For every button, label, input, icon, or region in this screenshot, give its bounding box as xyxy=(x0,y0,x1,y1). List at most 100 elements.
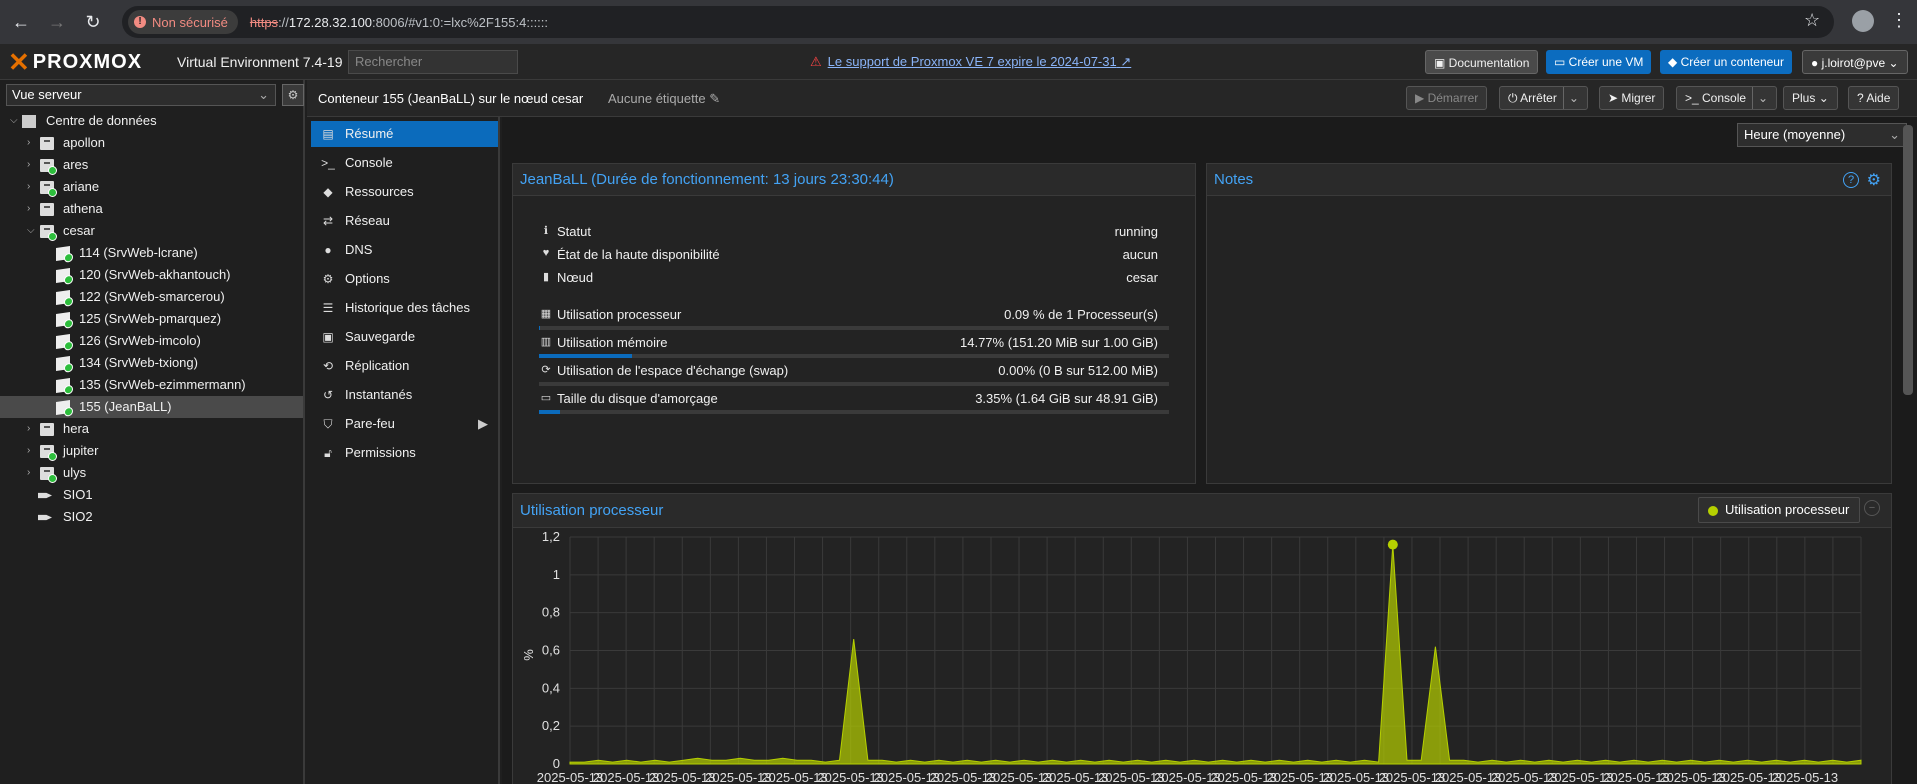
y-tick-label: 0,6 xyxy=(542,643,560,658)
expand-arrow-icon: ▶ xyxy=(478,416,488,431)
chart-legend-item[interactable]: Utilisation processeur xyxy=(1698,497,1861,523)
address-bar[interactable]: ! Non sécurisé https://172.28.32.100:8006… xyxy=(122,6,1834,38)
chevron-down-icon[interactable]: ⌄ xyxy=(1752,87,1768,109)
monitor-icon: ▭ xyxy=(1554,55,1569,69)
migrate-button[interactable]: ➤ Migrer xyxy=(1599,86,1665,110)
cube-icon: ◆ xyxy=(323,185,333,199)
tree-item-datacenter[interactable]: ⌵ Centre de données xyxy=(0,110,303,132)
chevron-down-icon: ⌄ xyxy=(258,87,269,102)
datacenter-icon xyxy=(22,115,36,128)
chevron-down-icon[interactable]: ⌄ xyxy=(1562,87,1579,109)
shield-icon: ⛉ xyxy=(323,417,333,431)
minus-circle-icon[interactable]: − xyxy=(1864,500,1880,516)
search-input[interactable]: Rechercher xyxy=(348,50,518,74)
security-indicator[interactable]: ! Non sécurisé xyxy=(128,10,238,34)
retweet-icon: ⟲ xyxy=(322,359,334,373)
building-icon: ▮ xyxy=(542,271,550,283)
node-row: ▮ Nœud cesar xyxy=(539,268,1182,288)
expand-icon: › xyxy=(27,181,31,192)
y-tick-label: 1 xyxy=(553,567,560,582)
nav-backup[interactable]: ▣ Sauvegarde xyxy=(311,324,498,350)
tree-item-node[interactable]: › ariane xyxy=(0,176,303,198)
notes-panel: Notes ? ⚙ xyxy=(1206,163,1892,484)
help-button[interactable]: ? Aide xyxy=(1848,86,1900,110)
nav-console[interactable]: >_ Console xyxy=(311,150,498,176)
nav-summary[interactable]: ▤ Résumé xyxy=(311,121,498,147)
container-running-icon xyxy=(56,334,73,351)
product-version: Virtual Environment 7.4-19 xyxy=(177,54,343,70)
browser-menu-icon[interactable]: ⋮ xyxy=(1890,10,1908,31)
back-icon[interactable]: ← xyxy=(6,7,36,37)
refresh-icon: ⟳ xyxy=(541,364,551,376)
nav-task-history[interactable]: ☰ Historique des tâches xyxy=(311,295,498,321)
stop-button[interactable]: ⏻ Arrêter ⌄ xyxy=(1499,86,1588,110)
scrollbar[interactable] xyxy=(1903,125,1913,395)
user-menu-button[interactable]: ● j.loirot@pve ⌄ xyxy=(1802,50,1908,74)
gear-icon[interactable]: ⚙ xyxy=(282,84,304,106)
view-selector[interactable]: Vue serveur ⌄ xyxy=(6,84,276,106)
tree-item-node[interactable]: › apollon xyxy=(0,132,303,154)
ha-row: ♥ État de la haute disponibilité aucun xyxy=(539,245,1182,265)
status-row: ℹ Statut running xyxy=(539,222,1182,242)
chevron-down-icon: ⌄ xyxy=(1889,127,1900,142)
gear-icon[interactable]: ⚙ xyxy=(1867,170,1881,190)
tree-item-node[interactable]: › jupiter xyxy=(0,440,303,462)
nav-permissions[interactable]: 🔓︎ Permissions xyxy=(311,440,498,466)
tree-item-container[interactable]: 114 (SrvWeb-lcrane) xyxy=(0,242,303,264)
help-icon[interactable]: ? xyxy=(1843,172,1859,188)
expand-icon: › xyxy=(27,159,31,170)
start-button[interactable]: ▶ Démarrer xyxy=(1406,86,1488,110)
tree-item-node[interactable]: ⌵ cesar xyxy=(0,220,303,242)
nav-resources[interactable]: ◆ Ressources xyxy=(311,179,498,205)
tree-item-node[interactable]: › hera xyxy=(0,418,303,440)
container-running-icon xyxy=(56,290,73,307)
tree-item-pool[interactable]: SIO2 xyxy=(0,506,303,528)
tree-item-node[interactable]: › ares xyxy=(0,154,303,176)
info-icon: ℹ xyxy=(543,225,549,237)
nav-dns[interactable]: ● DNS xyxy=(311,237,498,263)
data-point xyxy=(1387,539,1398,550)
support-notice-link[interactable]: ⚠ Le support de Proxmox VE 7 expire le 20… xyxy=(810,54,1131,70)
url-text[interactable]: https://172.28.32.100:8006/#v1:0:=lxc%2F… xyxy=(250,15,548,30)
forward-icon[interactable]: → xyxy=(42,7,72,37)
reload-icon[interactable]: ↻ xyxy=(78,7,108,37)
create-vm-button[interactable]: ▭ Créer une VM xyxy=(1546,50,1652,74)
documentation-button[interactable]: ▣ Documentation xyxy=(1425,50,1539,74)
nav-network[interactable]: ⇄ Réseau xyxy=(311,208,498,234)
tree-item-container[interactable]: 120 (SrvWeb-akhantouch) xyxy=(0,264,303,286)
content-toolbar: Conteneur 155 (JeanBaLL) sur le nœud ces… xyxy=(307,80,1917,117)
expand-icon: › xyxy=(27,137,31,148)
profile-avatar[interactable] xyxy=(1852,10,1874,32)
nav-firewall[interactable]: ⛉ Pare-feu ▶ xyxy=(311,411,498,437)
tags-editor[interactable]: Aucune étiquette ✎ xyxy=(608,91,720,107)
tree-item-container[interactable]: 135 (SrvWeb-ezimmermann) xyxy=(0,374,303,396)
tree-item-pool[interactable]: SIO1 xyxy=(0,484,303,506)
tree-item-container[interactable]: 125 (SrvWeb-pmarquez) xyxy=(0,308,303,330)
timeframe-select[interactable]: Heure (moyenne) ⌄ xyxy=(1737,123,1907,147)
nav-options[interactable]: ⚙ Options xyxy=(311,266,498,292)
create-ct-button[interactable]: ◆ Créer un conteneur xyxy=(1660,50,1792,74)
tree-item-container-selected[interactable]: 155 (JeanBaLL) xyxy=(0,396,303,418)
console-button[interactable]: >_ Console ⌄ xyxy=(1676,86,1778,110)
collapse-icon: ⌵ xyxy=(27,225,35,236)
container-running-icon xyxy=(56,356,73,373)
book-icon: ▤ xyxy=(322,127,334,141)
more-button[interactable]: Plus ⌄ xyxy=(1783,86,1838,110)
heartbeat-icon: ♥ xyxy=(542,247,550,259)
gear-icon: ⚙ xyxy=(322,272,334,286)
proxmox-logo: ✕ PROXMOX xyxy=(8,46,143,77)
tree-item-container[interactable]: 134 (SrvWeb-txiong) xyxy=(0,352,303,374)
pencil-icon: ✎ xyxy=(709,91,721,106)
tree-item-node[interactable]: › athena xyxy=(0,198,303,220)
swap-usage-bar xyxy=(539,382,1169,386)
list-icon: ☰ xyxy=(322,301,334,315)
nav-snapshots[interactable]: ↺ Instantanés xyxy=(311,382,498,408)
bookmark-star-icon[interactable]: ☆ xyxy=(1804,10,1820,31)
container-nav: ▤ Résumé >_ Console ◆ Ressources ⇄ Réseau ● D… xyxy=(307,117,500,784)
external-link-icon: ↗ xyxy=(1120,54,1132,69)
tree-item-node[interactable]: › ulys xyxy=(0,462,303,484)
nav-replication[interactable]: ⟲ Réplication xyxy=(311,353,498,379)
logo-x-icon: ✕ xyxy=(8,46,31,77)
tree-item-container[interactable]: 122 (SrvWeb-smarcerou) xyxy=(0,286,303,308)
tree-item-container[interactable]: 126 (SrvWeb-imcolo) xyxy=(0,330,303,352)
